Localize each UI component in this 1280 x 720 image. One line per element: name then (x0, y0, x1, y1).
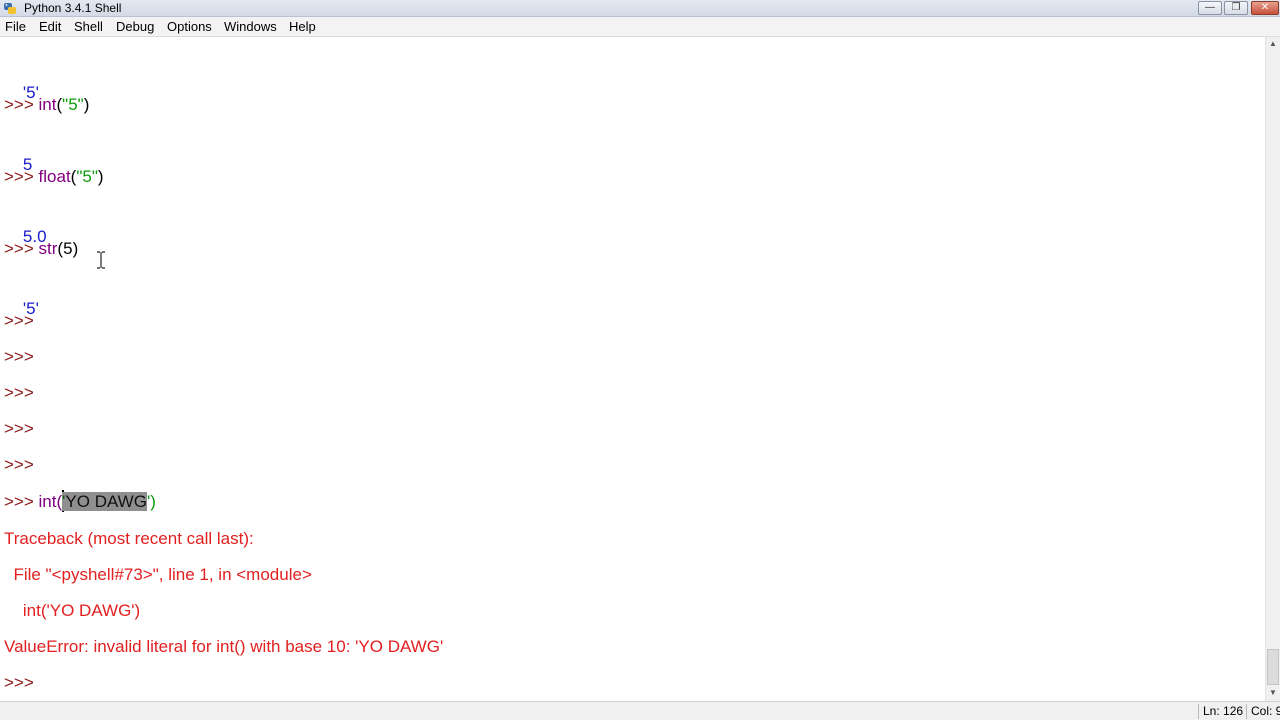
empty-prompt-line: >>> (4, 417, 34, 441)
menu-file[interactable]: File (5, 19, 26, 35)
empty-prompt-line: >>> (4, 309, 34, 333)
menu-bar: File Edit Shell Debug Options Windows He… (0, 17, 1280, 37)
status-bar: Ln: 126 Col: 9 (0, 701, 1280, 720)
shell-prompt: >>> (4, 95, 34, 114)
shell-prompt: >>> (4, 419, 34, 438)
empty-prompt-line: >>> (4, 453, 34, 477)
selected-text: YO DAWG (65, 492, 147, 511)
menu-help[interactable]: Help (289, 19, 316, 35)
menu-shell[interactable]: Shell (74, 19, 103, 35)
paren-close: ) (97, 167, 104, 186)
shell-prompt: >>> (4, 311, 34, 330)
shell-output-line: '5' (4, 273, 39, 318)
menu-windows[interactable]: Windows (224, 19, 277, 35)
title-bar: Python 3.4.1 Shell — ❐ ✕ (0, 0, 1280, 17)
menu-debug[interactable]: Debug (116, 19, 154, 35)
builtin-call: int( (38, 492, 63, 511)
builtin-name: float (38, 167, 71, 186)
scroll-up-icon[interactable]: ▲ (1266, 37, 1280, 51)
shell-command-line: >>> int("5") (4, 93, 89, 117)
shell-text-area[interactable]: '5' >>> int("5") 5 >>> float("5") 5.0 >>… (0, 37, 1265, 701)
builtin-name: str (38, 239, 58, 258)
paren-close: ) (72, 239, 79, 258)
shell-prompt: >>> (4, 167, 34, 186)
status-column-number: Col: 9 (1246, 704, 1280, 719)
shell-command-line: >>> int('YO DAWG') (4, 490, 156, 514)
menu-edit[interactable]: Edit (39, 19, 61, 35)
empty-prompt-line: >>> (4, 345, 34, 369)
paren-close: ) (83, 95, 90, 114)
minimize-button[interactable]: — (1198, 1, 1222, 15)
maximize-button[interactable]: ❐ (1224, 1, 1248, 15)
builtin-name: int (38, 95, 57, 114)
traceback-line: int('YO DAWG') (4, 601, 141, 620)
shell-prompt: >>> (4, 455, 34, 474)
text-cursor-ibeam-icon (97, 251, 105, 269)
python-app-icon (4, 3, 16, 14)
shell-prompt: >>> (4, 383, 34, 402)
shell-prompt: >>> (4, 239, 34, 258)
shell-command-line: >>> float("5") (4, 165, 104, 189)
empty-prompt-line: >>> (4, 381, 34, 405)
shell-output-line: 5.0 (4, 201, 47, 246)
shell-prompt: >>> (4, 347, 34, 366)
shell-output-line: 5 (4, 129, 32, 174)
status-line-number: Ln: 126 (1198, 704, 1243, 719)
close-button[interactable]: ✕ (1251, 1, 1279, 15)
shell-prompt: >>> (4, 673, 34, 692)
traceback-line: Traceback (most recent call last): (4, 529, 254, 548)
traceback-line: ValueError: invalid literal for int() wi… (4, 637, 444, 656)
vertical-scrollbar[interactable]: ▲ ▼ (1265, 37, 1280, 701)
string-literal: "5" (62, 95, 84, 114)
scroll-thumb[interactable] (1267, 649, 1279, 685)
shell-output-line: '5' (4, 57, 39, 102)
scroll-down-icon[interactable]: ▼ (1266, 686, 1280, 700)
string-literal-close: ') (146, 492, 156, 511)
string-literal: "5" (76, 167, 98, 186)
menu-options[interactable]: Options (167, 19, 212, 35)
current-prompt-line[interactable]: >>> (4, 671, 34, 695)
window-title: Python 3.4.1 Shell (24, 1, 122, 15)
shell-prompt: >>> (4, 492, 34, 511)
traceback-line: File "<pyshell#73>", line 1, in <module> (4, 565, 312, 584)
shell-command-line: >>> str(5) (4, 237, 78, 261)
number-literal: 5 (63, 239, 73, 258)
